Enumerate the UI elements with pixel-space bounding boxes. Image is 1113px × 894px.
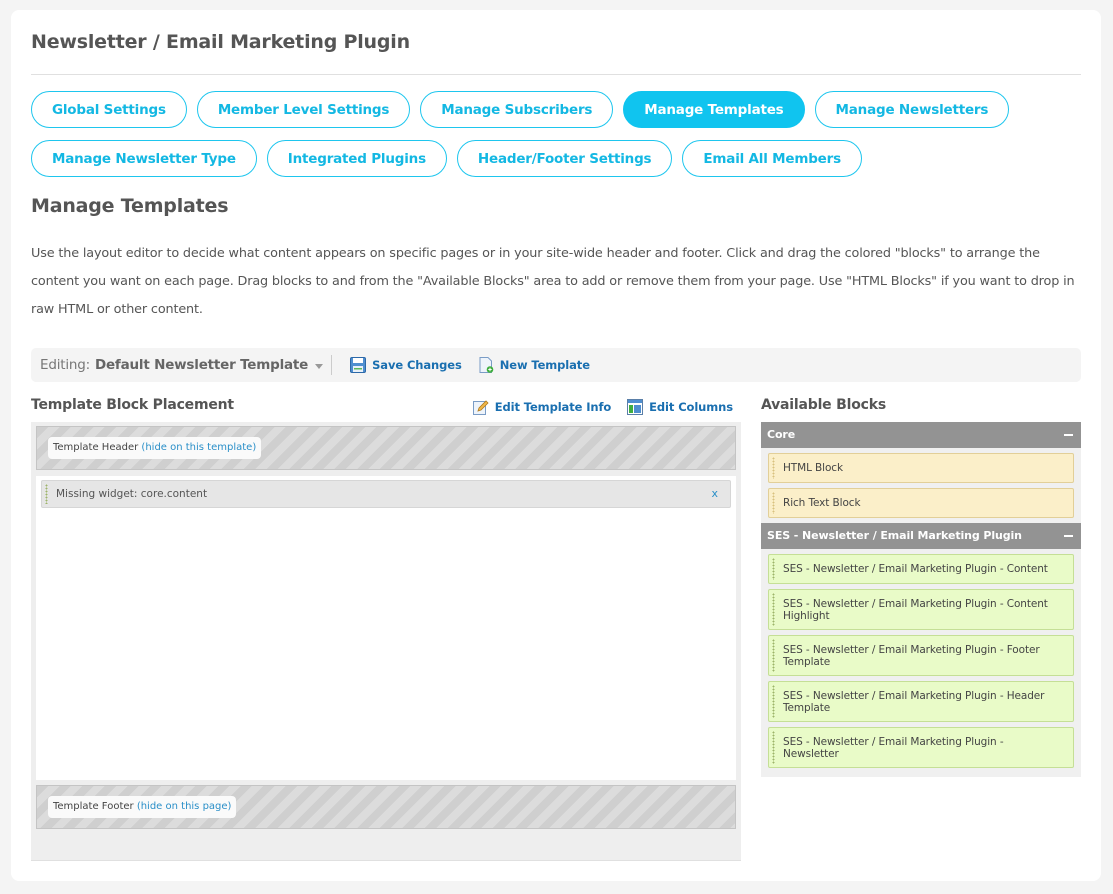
available-blocks-panel: Core HTML Block Rich Text Block SES - Ne…	[761, 422, 1081, 777]
tab-manage-templates[interactable]: Manage Templates	[623, 91, 805, 128]
block-ses-footer-template[interactable]: SES - Newsletter / Email Marketing Plugi…	[768, 635, 1074, 676]
toolbar-divider	[331, 355, 333, 375]
floppy-disk-icon	[350, 357, 367, 373]
main-card: Newsletter / Email Marketing Plugin Glob…	[11, 10, 1101, 881]
hide-header-link[interactable]: (hide on this template)	[141, 442, 256, 453]
block-ses-content-highlight[interactable]: SES - Newsletter / Email Marketing Plugi…	[768, 589, 1074, 630]
template-header-text: Template Header	[53, 442, 139, 453]
group-name: Core	[767, 428, 796, 441]
collapse-icon[interactable]	[1064, 535, 1073, 537]
columns-layout-icon	[627, 399, 644, 415]
tab-row-2: Manage Newsletter Type Integrated Plugin…	[31, 140, 1091, 177]
new-document-icon	[479, 357, 494, 373]
drag-handle-icon[interactable]	[772, 731, 775, 764]
block-label: SES - Newsletter / Email Marketing Plugi…	[783, 690, 1045, 714]
group-body-ses: SES - Newsletter / Email Marketing Plugi…	[761, 549, 1081, 773]
template-footer-label: Template Footer (hide on this page)	[48, 796, 237, 818]
block-label: SES - Newsletter / Email Marketing Plugi…	[783, 736, 1004, 760]
tab-global-settings[interactable]: Global Settings	[31, 91, 187, 128]
section-description: Use the layout editor to decide what con…	[31, 246, 1075, 317]
available-blocks-title: Available Blocks	[761, 397, 886, 413]
block-label: HTML Block	[783, 462, 843, 474]
tab-row-1: Global Settings Member Level Settings Ma…	[31, 91, 1091, 128]
template-footer-zone: Template Footer (hide on this page)	[36, 785, 736, 829]
block-ses-header-template[interactable]: SES - Newsletter / Email Marketing Plugi…	[768, 681, 1074, 722]
tab-manage-newsletter-type[interactable]: Manage Newsletter Type	[31, 140, 257, 177]
tab-manage-newsletters[interactable]: Manage Newsletters	[814, 91, 1010, 128]
block-label: SES - Newsletter / Email Marketing Plugi…	[783, 563, 1048, 575]
drag-handle-icon[interactable]	[772, 685, 775, 718]
block-label: Rich Text Block	[783, 497, 861, 509]
drag-handle-icon[interactable]	[772, 457, 775, 479]
tab-member-level-settings[interactable]: Member Level Settings	[196, 91, 411, 128]
hide-footer-link[interactable]: (hide on this page)	[137, 801, 232, 812]
missing-widget-block[interactable]: Missing widget: core.content x	[41, 480, 731, 508]
tab-email-all-members[interactable]: Email All Members	[682, 140, 862, 177]
block-label: SES - Newsletter / Email Marketing Plugi…	[783, 644, 1040, 668]
pencil-edit-icon	[472, 400, 489, 415]
save-changes-button[interactable]: Save Changes	[350, 357, 462, 373]
block-ses-content[interactable]: SES - Newsletter / Email Marketing Plugi…	[768, 554, 1074, 584]
editing-toolbar: Editing: Default Newsletter Template Sav…	[31, 348, 1081, 382]
drag-handle-icon[interactable]	[772, 558, 775, 580]
template-header-zone: Template Header (hide on this template)	[36, 426, 736, 470]
page-title: Newsletter / Email Marketing Plugin	[31, 31, 410, 53]
edit-columns-button[interactable]: Edit Columns	[627, 399, 733, 415]
placement-title: Template Block Placement	[31, 397, 234, 413]
group-header-core[interactable]: Core	[761, 422, 1081, 448]
group-name: SES - Newsletter / Email Marketing Plugi…	[767, 529, 1022, 542]
group-body-core: HTML Block Rich Text Block	[761, 448, 1081, 523]
edit-columns-label: Edit Columns	[649, 400, 733, 414]
tab-header-footer-settings[interactable]: Header/Footer Settings	[456, 140, 673, 177]
block-rich-text[interactable]: Rich Text Block	[768, 488, 1074, 518]
placement-actions: Edit Template Info Edit Columns	[457, 399, 733, 415]
drag-handle-icon[interactable]	[772, 639, 775, 672]
drag-handle-icon[interactable]	[772, 593, 775, 626]
remove-widget-button[interactable]: x	[711, 481, 718, 507]
nav-tabs: Global Settings Member Level Settings Ma…	[31, 91, 1091, 189]
template-header-label: Template Header (hide on this template)	[48, 437, 262, 459]
editing-label: Editing:	[40, 357, 90, 373]
drag-handle-icon[interactable]	[772, 492, 775, 514]
new-template-label: New Template	[499, 358, 590, 372]
tab-manage-subscribers[interactable]: Manage Subscribers	[420, 91, 614, 128]
template-selector[interactable]: Default Newsletter Template	[95, 357, 308, 373]
template-footer-text: Template Footer	[53, 801, 134, 812]
group-header-ses[interactable]: SES - Newsletter / Email Marketing Plugi…	[761, 523, 1081, 549]
template-content-zone: Missing widget: core.content x	[36, 476, 736, 780]
section-title: Manage Templates	[31, 195, 229, 217]
edit-template-info-label: Edit Template Info	[494, 400, 612, 414]
new-template-button[interactable]: New Template	[478, 357, 590, 373]
drag-handle-icon[interactable]	[45, 484, 48, 504]
dropdown-arrow-icon[interactable]	[315, 364, 324, 369]
block-label: SES - Newsletter / Email Marketing Plugi…	[783, 598, 1048, 622]
tab-integrated-plugins[interactable]: Integrated Plugins	[266, 140, 447, 177]
save-changes-label: Save Changes	[372, 358, 462, 372]
missing-widget-text: Missing widget: core.content	[56, 488, 208, 500]
template-placement-area: Template Header (hide on this template) …	[31, 422, 741, 861]
title-divider	[31, 74, 1081, 75]
block-ses-newsletter[interactable]: SES - Newsletter / Email Marketing Plugi…	[768, 727, 1074, 768]
collapse-icon[interactable]	[1064, 434, 1073, 436]
edit-template-info-button[interactable]: Edit Template Info	[472, 399, 612, 415]
block-html[interactable]: HTML Block	[768, 453, 1074, 483]
